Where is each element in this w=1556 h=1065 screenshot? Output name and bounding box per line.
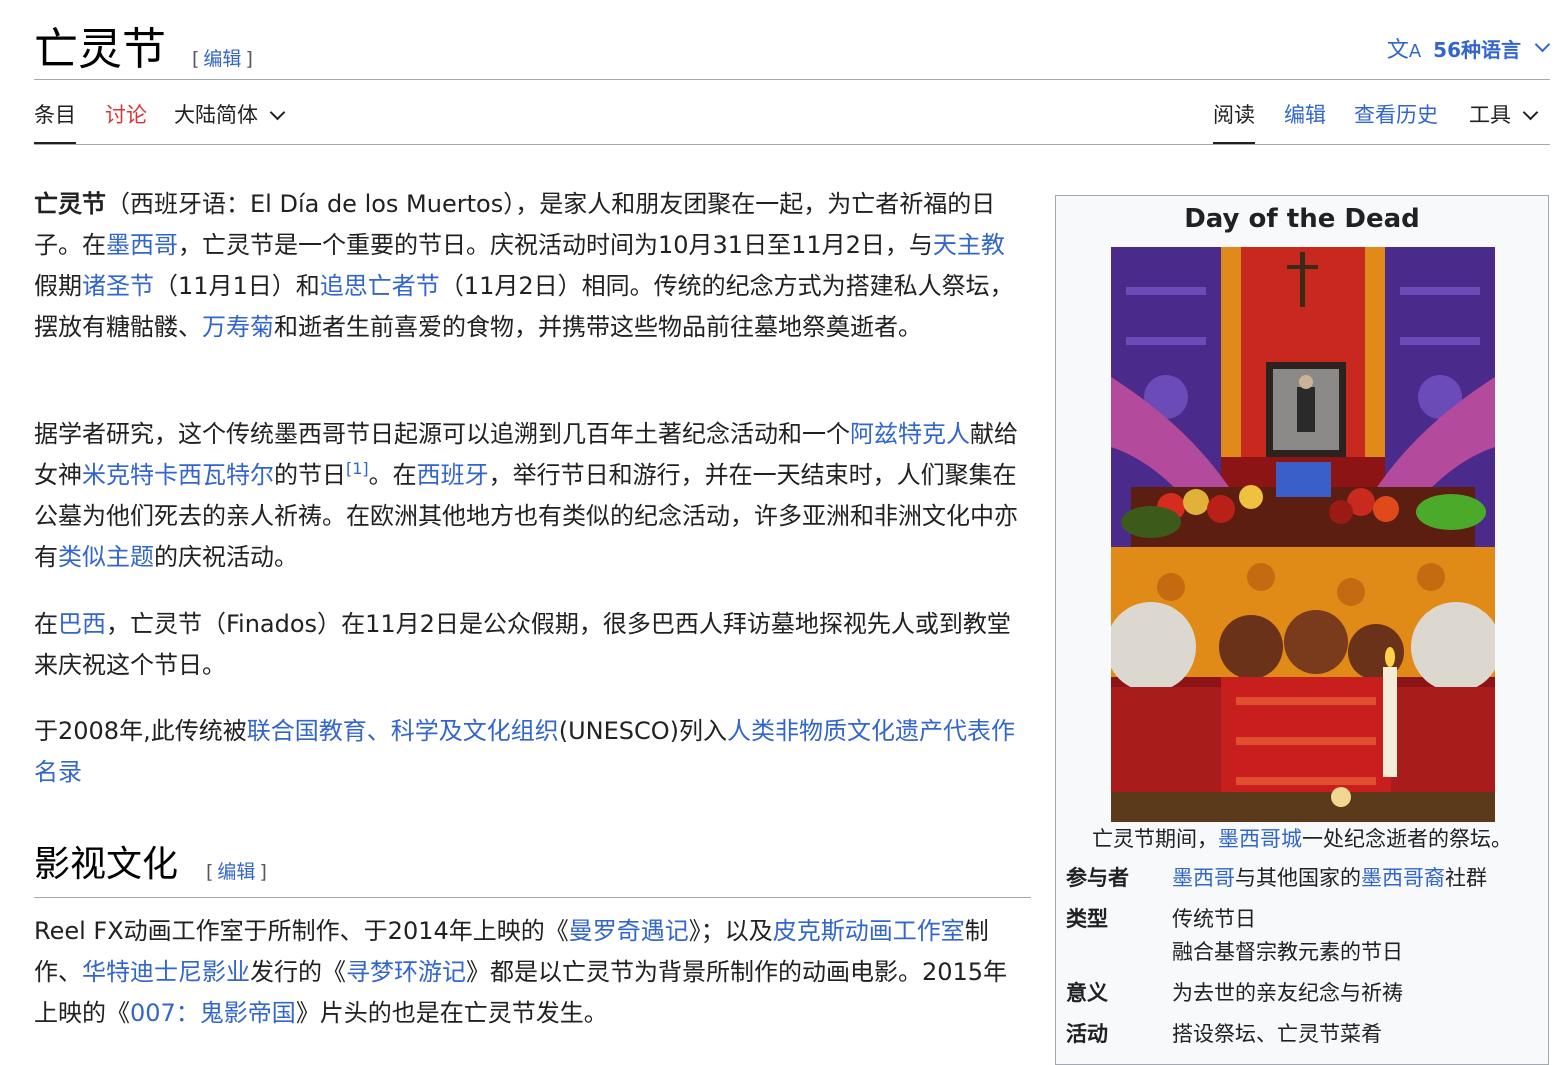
page-title: 亡灵节 — [34, 24, 166, 75]
link-marigold[interactable]: 万寿菊 — [202, 313, 274, 341]
title-edit-link[interactable]: 编辑 — [203, 48, 241, 70]
translate-icon: 文A — [1386, 38, 1422, 63]
link-similar-themes[interactable]: 类似主题 — [58, 543, 154, 571]
altar-photo[interactable] — [1111, 247, 1495, 822]
link-aztecs[interactable]: 阿兹特克人 — [850, 420, 970, 448]
text: 在 — [34, 610, 58, 638]
tab-talk[interactable]: 讨论 — [105, 100, 147, 130]
tabs-divider — [34, 144, 1550, 145]
text: （11月1日）和 — [154, 272, 320, 300]
variant-selector[interactable]: 大陆简体 — [174, 100, 286, 130]
chevron-down-icon — [269, 104, 286, 121]
link-mexican-diaspora[interactable]: 墨西哥裔 — [1361, 866, 1445, 890]
text: 于2008年,此传统被 — [34, 717, 247, 745]
title-edit-section: [编辑] — [192, 44, 253, 71]
infobox-value: 墨西哥与其他国家的墨西哥裔社群 — [1172, 862, 1542, 895]
text: ，亡灵节（Finados）在11月2日是公众假期，很多巴西人拜访墓地探视先人或到… — [34, 610, 1011, 679]
link-spain[interactable]: 西班牙 — [417, 461, 489, 489]
text: 传统节日 — [1172, 907, 1256, 931]
text: Reel FX动画工作室于所制作、于2014年上映的《 — [34, 917, 569, 945]
tools-menu[interactable]: 工具 — [1469, 100, 1539, 130]
text: 一处纪念逝者的祭坛。 — [1302, 827, 1512, 851]
tab-history[interactable]: 查看历史 — [1354, 100, 1438, 130]
link-mexico-city[interactable]: 墨西哥城 — [1218, 827, 1302, 851]
tab-article[interactable]: 条目 — [34, 100, 76, 145]
tab-read[interactable]: 阅读 — [1213, 100, 1255, 145]
tools-label: 工具 — [1469, 103, 1511, 127]
link-book-of-life[interactable]: 曼罗奇遇记 — [569, 917, 689, 945]
edit-bracket-close: ] — [245, 48, 253, 70]
section-edit-link[interactable]: 编辑 — [217, 861, 255, 883]
text: 亡灵节期间， — [1092, 827, 1218, 851]
infobox-value: 搭设祭坛、亡灵节菜肴 — [1172, 1022, 1382, 1046]
link-unesco[interactable]: 联合国教育、科学及文化组织 — [247, 717, 559, 745]
tab-edit[interactable]: 编辑 — [1284, 100, 1326, 130]
text: 。在 — [368, 461, 417, 489]
link-mexico[interactable]: 墨西哥 — [106, 231, 178, 259]
altar-illustration — [1111, 247, 1495, 822]
reference-link[interactable]: [1] — [346, 459, 369, 478]
intro-paragraph-3: 在巴西，亡灵节（Finados）在11月2日是公众假期，很多巴西人拜访墓地探视先… — [34, 604, 1034, 686]
text: 据学者研究，这个传统墨西哥节日起源可以追溯到几百年土著纪念活动和一个 — [34, 420, 850, 448]
text: 发行的《 — [250, 958, 346, 986]
infobox-title: Day of the Dead — [1184, 204, 1420, 234]
text: ，亡灵节是一个重要的节日。庆祝活动时间为10月31日至11月2日，与 — [178, 231, 933, 259]
infobox-value: 为去世的亲友纪念与祈祷 — [1172, 981, 1403, 1005]
infobox-label: 参与者 — [1066, 866, 1129, 890]
text: (UNESCO)列入 — [558, 717, 728, 745]
infobox: Day of the Dead 亡灵节期间，墨西哥城一处纪念逝者的祭坛。 参与者… — [1055, 195, 1549, 1065]
intro-paragraph-2: 据学者研究，这个传统墨西哥节日起源可以追溯到几百年土著纪念活动和一个阿兹特克人献… — [34, 414, 1034, 578]
link-pixar[interactable]: 皮克斯动画工作室 — [773, 917, 965, 945]
edit-bracket-open: [ — [192, 48, 200, 70]
intro-paragraph-1: 亡灵节（西班牙语：El Día de los Muertos），是家人和朋友团聚… — [34, 184, 1024, 348]
variant-label: 大陆简体 — [174, 103, 258, 127]
film-paragraph: Reel FX动画工作室于所制作、于2014年上映的《曼罗奇遇记》；以及皮克斯动… — [34, 911, 1024, 1034]
infobox-value: 传统节日融合基督宗教元素的节日 — [1172, 903, 1542, 969]
link-coco[interactable]: 寻梦环游记 — [346, 958, 466, 986]
link-catholic[interactable]: 天主教 — [933, 231, 1005, 259]
infobox-label: 类型 — [1066, 907, 1108, 931]
intro-paragraph-4: 于2008年,此传统被联合国教育、科学及文化组织(UNESCO)列入人类非物质文… — [34, 711, 1024, 793]
title-divider — [34, 79, 1550, 80]
infobox-caption: 亡灵节期间，墨西哥城一处纪念逝者的祭坛。 — [1056, 824, 1548, 854]
text: 》片头的也是在亡灵节发生。 — [295, 999, 608, 1027]
link-all-souls[interactable]: 追思亡者节 — [320, 272, 440, 300]
link-mexico[interactable]: 墨西哥 — [1172, 866, 1235, 890]
language-selector-button[interactable]: 文A 56种语言 — [1386, 32, 1551, 64]
text: 与其他国家的 — [1235, 866, 1361, 890]
term-bold: 亡灵节 — [34, 190, 106, 218]
section-divider — [34, 897, 1031, 898]
text: 融合基督宗教元素的节日 — [1172, 940, 1403, 964]
text: 和逝者生前喜爱的食物，并携带这些物品前往墓地祭奠逝者。 — [274, 313, 922, 341]
text: 假期 — [34, 272, 82, 300]
language-count-label: 56种语言 — [1433, 37, 1521, 62]
text: 社群 — [1445, 866, 1487, 890]
text: 的节日 — [274, 461, 346, 489]
infobox-label: 活动 — [1066, 1022, 1108, 1046]
link-disney-pictures[interactable]: 华特迪士尼影业 — [82, 958, 250, 986]
link-spectre[interactable]: 007：鬼影帝国 — [130, 999, 296, 1027]
chevron-down-icon — [1522, 104, 1539, 121]
text: 》；以及 — [688, 917, 773, 945]
link-all-saints[interactable]: 诸圣节 — [82, 272, 154, 300]
section-edit: [编辑] — [206, 857, 267, 884]
infobox-label: 意义 — [1066, 981, 1108, 1005]
edit-bracket-close: ] — [259, 861, 267, 883]
chevron-down-icon — [1534, 36, 1551, 52]
section-heading-film: 影视文化 — [34, 844, 179, 885]
edit-bracket-open: [ — [206, 861, 214, 883]
text: 的庆祝活动。 — [154, 543, 298, 571]
link-mictecacihuatl[interactable]: 米克特卡西瓦特尔 — [82, 461, 274, 489]
link-brazil[interactable]: 巴西 — [58, 610, 106, 638]
